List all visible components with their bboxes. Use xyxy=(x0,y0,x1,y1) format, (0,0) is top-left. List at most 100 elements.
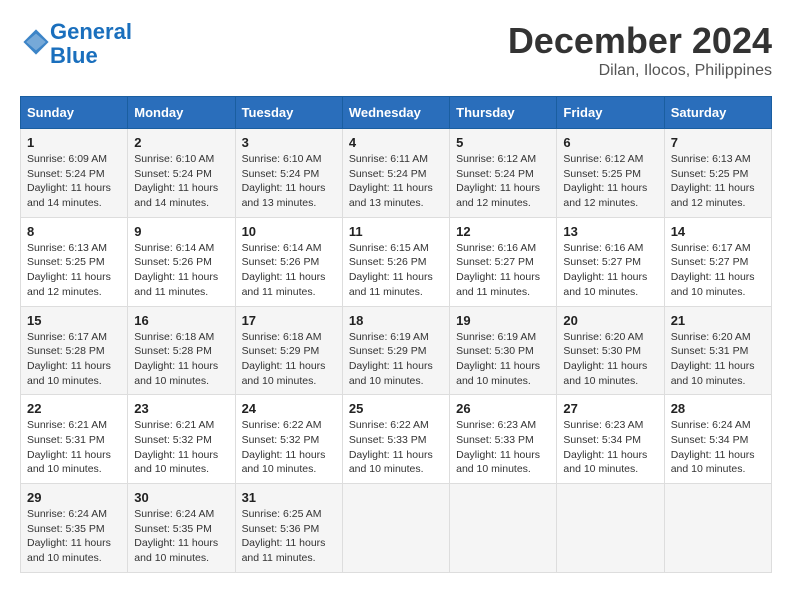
calendar-cell: 15 Sunrise: 6:17 AM Sunset: 5:28 PM Dayli… xyxy=(21,306,128,395)
column-header-thursday: Thursday xyxy=(450,97,557,129)
day-info: Sunrise: 6:12 AM Sunset: 5:25 PM Dayligh… xyxy=(563,152,657,211)
calendar-cell: 29 Sunrise: 6:24 AM Sunset: 5:35 PM Dayli… xyxy=(21,484,128,573)
calendar-cell: 30 Sunrise: 6:24 AM Sunset: 5:35 PM Dayli… xyxy=(128,484,235,573)
day-info: Sunrise: 6:22 AM Sunset: 5:33 PM Dayligh… xyxy=(349,418,443,477)
day-number: 15 xyxy=(27,313,121,328)
day-info: Sunrise: 6:12 AM Sunset: 5:24 PM Dayligh… xyxy=(456,152,550,211)
calendar-cell: 28Sunrise: 6:24 AM Sunset: 5:34 PM Dayli… xyxy=(664,395,771,484)
calendar-cell: 22 Sunrise: 6:21 AM Sunset: 5:31 PM Dayli… xyxy=(21,395,128,484)
day-info: Sunrise: 6:21 AM Sunset: 5:31 PM Dayligh… xyxy=(27,418,121,477)
day-info: Sunrise: 6:11 AM Sunset: 5:24 PM Dayligh… xyxy=(349,152,443,211)
calendar-cell: 4 Sunrise: 6:11 AM Sunset: 5:24 PM Daylig… xyxy=(342,129,449,218)
calendar-cell: 10 Sunrise: 6:14 AM Sunset: 5:26 PM Dayli… xyxy=(235,217,342,306)
column-header-saturday: Saturday xyxy=(664,97,771,129)
calendar-cell xyxy=(557,484,664,573)
calendar-cell: 31Sunrise: 6:25 AM Sunset: 5:36 PM Dayli… xyxy=(235,484,342,573)
day-info: Sunrise: 6:23 AM Sunset: 5:34 PM Dayligh… xyxy=(563,418,657,477)
day-info: Sunrise: 6:09 AM Sunset: 5:24 PM Dayligh… xyxy=(27,152,121,211)
day-info: Sunrise: 6:24 AM Sunset: 5:35 PM Dayligh… xyxy=(134,507,228,566)
day-number: 27 xyxy=(563,401,657,416)
day-number: 6 xyxy=(563,135,657,150)
column-header-tuesday: Tuesday xyxy=(235,97,342,129)
day-info: Sunrise: 6:17 AM Sunset: 5:27 PM Dayligh… xyxy=(671,241,765,300)
logo-text: General Blue xyxy=(50,20,132,68)
calendar-table: SundayMondayTuesdayWednesdayThursdayFrid… xyxy=(20,96,772,573)
day-number: 13 xyxy=(563,224,657,239)
day-number: 23 xyxy=(134,401,228,416)
calendar-cell: 2 Sunrise: 6:10 AM Sunset: 5:24 PM Daylig… xyxy=(128,129,235,218)
day-number: 24 xyxy=(242,401,336,416)
month-title: December 2024 xyxy=(508,20,772,62)
day-info: Sunrise: 6:22 AM Sunset: 5:32 PM Dayligh… xyxy=(242,418,336,477)
day-number: 12 xyxy=(456,224,550,239)
calendar-cell: 16 Sunrise: 6:18 AM Sunset: 5:28 PM Dayli… xyxy=(128,306,235,395)
calendar-cell xyxy=(664,484,771,573)
calendar-cell: 12 Sunrise: 6:16 AM Sunset: 5:27 PM Dayli… xyxy=(450,217,557,306)
day-number: 2 xyxy=(134,135,228,150)
calendar-cell: 19Sunrise: 6:19 AM Sunset: 5:30 PM Dayli… xyxy=(450,306,557,395)
day-number: 20 xyxy=(563,313,657,328)
day-number: 14 xyxy=(671,224,765,239)
day-number: 4 xyxy=(349,135,443,150)
day-number: 17 xyxy=(242,313,336,328)
day-info: Sunrise: 6:13 AM Sunset: 5:25 PM Dayligh… xyxy=(27,241,121,300)
calendar-cell: 17Sunrise: 6:18 AM Sunset: 5:29 PM Dayli… xyxy=(235,306,342,395)
logo-line2: Blue xyxy=(50,43,98,68)
day-number: 29 xyxy=(27,490,121,505)
calendar-cell: 21 Sunrise: 6:20 AM Sunset: 5:31 PM Dayli… xyxy=(664,306,771,395)
column-header-wednesday: Wednesday xyxy=(342,97,449,129)
day-number: 16 xyxy=(134,313,228,328)
location: Dilan, Ilocos, Philippines xyxy=(508,62,772,80)
page-header: General Blue December 2024 Dilan, Ilocos… xyxy=(20,20,772,80)
day-info: Sunrise: 6:21 AM Sunset: 5:32 PM Dayligh… xyxy=(134,418,228,477)
calendar-cell: 13 Sunrise: 6:16 AM Sunset: 5:27 PM Dayli… xyxy=(557,217,664,306)
calendar-cell: 7Sunrise: 6:13 AM Sunset: 5:25 PM Daylig… xyxy=(664,129,771,218)
calendar-cell: 14 Sunrise: 6:17 AM Sunset: 5:27 PM Dayli… xyxy=(664,217,771,306)
calendar-cell: 5 Sunrise: 6:12 AM Sunset: 5:24 PM Daylig… xyxy=(450,129,557,218)
calendar-cell: 24 Sunrise: 6:22 AM Sunset: 5:32 PM Dayli… xyxy=(235,395,342,484)
calendar-cell: 25 Sunrise: 6:22 AM Sunset: 5:33 PM Dayli… xyxy=(342,395,449,484)
logo: General Blue xyxy=(20,20,132,68)
day-info: Sunrise: 6:24 AM Sunset: 5:35 PM Dayligh… xyxy=(27,507,121,566)
day-number: 5 xyxy=(456,135,550,150)
day-info: Sunrise: 6:19 AM Sunset: 5:29 PM Dayligh… xyxy=(349,330,443,389)
day-info: Sunrise: 6:20 AM Sunset: 5:31 PM Dayligh… xyxy=(671,330,765,389)
day-number: 7 xyxy=(671,135,765,150)
day-info: Sunrise: 6:16 AM Sunset: 5:27 PM Dayligh… xyxy=(456,241,550,300)
calendar-cell: 1 Sunrise: 6:09 AM Sunset: 5:24 PM Daylig… xyxy=(21,129,128,218)
day-info: Sunrise: 6:14 AM Sunset: 5:26 PM Dayligh… xyxy=(242,241,336,300)
logo-line1: General xyxy=(50,19,132,44)
day-number: 26 xyxy=(456,401,550,416)
calendar-week-row: 1 Sunrise: 6:09 AM Sunset: 5:24 PM Daylig… xyxy=(21,129,772,218)
day-info: Sunrise: 6:10 AM Sunset: 5:24 PM Dayligh… xyxy=(134,152,228,211)
day-number: 8 xyxy=(27,224,121,239)
day-number: 21 xyxy=(671,313,765,328)
calendar-cell: 6 Sunrise: 6:12 AM Sunset: 5:25 PM Daylig… xyxy=(557,129,664,218)
day-number: 11 xyxy=(349,224,443,239)
title-area: December 2024 Dilan, Ilocos, Philippines xyxy=(508,20,772,80)
logo-icon xyxy=(22,28,50,56)
day-info: Sunrise: 6:10 AM Sunset: 5:24 PM Dayligh… xyxy=(242,152,336,211)
day-info: Sunrise: 6:16 AM Sunset: 5:27 PM Dayligh… xyxy=(563,241,657,300)
calendar-cell xyxy=(342,484,449,573)
day-info: Sunrise: 6:17 AM Sunset: 5:28 PM Dayligh… xyxy=(27,330,121,389)
calendar-week-row: 29 Sunrise: 6:24 AM Sunset: 5:35 PM Dayli… xyxy=(21,484,772,573)
calendar-cell: 23 Sunrise: 6:21 AM Sunset: 5:32 PM Dayli… xyxy=(128,395,235,484)
day-number: 9 xyxy=(134,224,228,239)
day-number: 10 xyxy=(242,224,336,239)
day-number: 19 xyxy=(456,313,550,328)
day-info: Sunrise: 6:18 AM Sunset: 5:28 PM Dayligh… xyxy=(134,330,228,389)
calendar-week-row: 8 Sunrise: 6:13 AM Sunset: 5:25 PM Daylig… xyxy=(21,217,772,306)
calendar-week-row: 15 Sunrise: 6:17 AM Sunset: 5:28 PM Dayli… xyxy=(21,306,772,395)
calendar-cell: 9Sunrise: 6:14 AM Sunset: 5:26 PM Daylig… xyxy=(128,217,235,306)
calendar-cell: 26Sunrise: 6:23 AM Sunset: 5:33 PM Dayli… xyxy=(450,395,557,484)
day-info: Sunrise: 6:24 AM Sunset: 5:34 PM Dayligh… xyxy=(671,418,765,477)
calendar-cell: 20 Sunrise: 6:20 AM Sunset: 5:30 PM Dayli… xyxy=(557,306,664,395)
day-number: 1 xyxy=(27,135,121,150)
column-header-monday: Monday xyxy=(128,97,235,129)
day-number: 25 xyxy=(349,401,443,416)
day-number: 22 xyxy=(27,401,121,416)
day-info: Sunrise: 6:20 AM Sunset: 5:30 PM Dayligh… xyxy=(563,330,657,389)
calendar-cell: 27 Sunrise: 6:23 AM Sunset: 5:34 PM Dayli… xyxy=(557,395,664,484)
day-number: 30 xyxy=(134,490,228,505)
